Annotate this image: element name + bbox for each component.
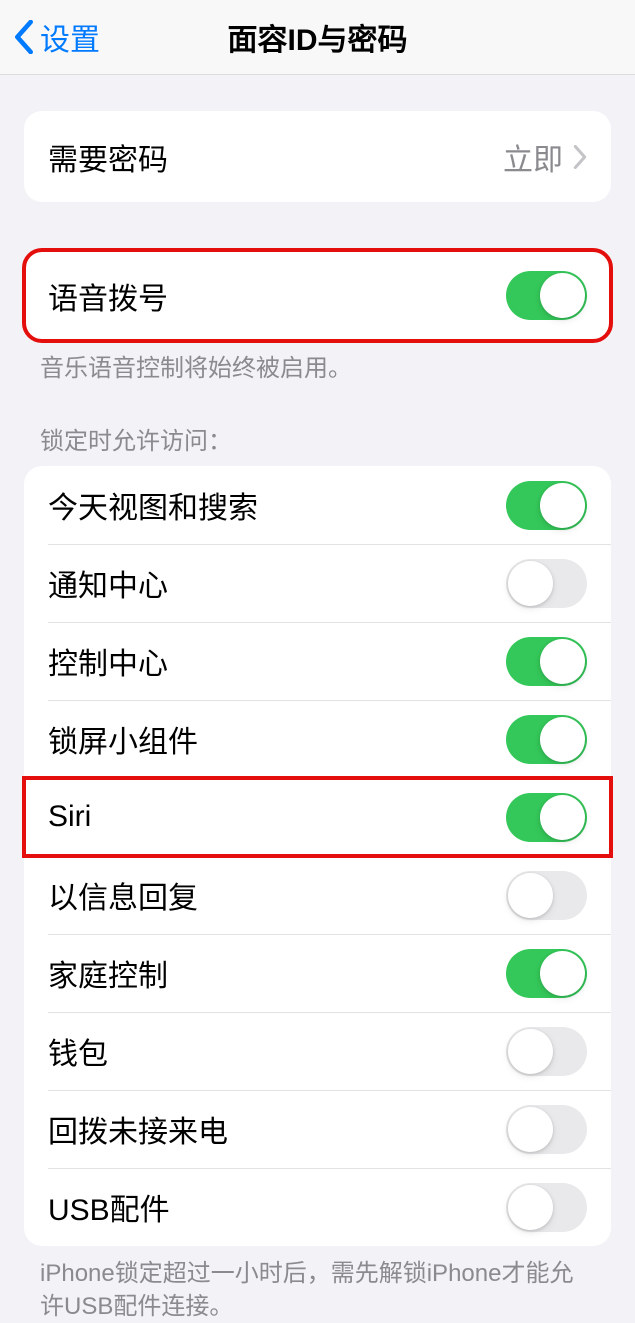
lock-access-row: 回拨未接来电	[24, 1090, 611, 1168]
lock-access-footer: iPhone锁定超过一小时后，需先解锁iPhone才能允许USB配件连接。	[0, 1246, 635, 1323]
lock-access-toggle[interactable]	[506, 793, 587, 842]
lock-access-toggle[interactable]	[506, 1027, 587, 1076]
content: 需要密码 立即 语音拨号 音乐语音控制将始终被启用。 锁定时允许访问： 今天视图…	[0, 75, 635, 1323]
voice-dial-toggle[interactable]	[506, 271, 587, 320]
lock-access-toggle[interactable]	[506, 1105, 587, 1154]
lock-access-label: 控制中心	[48, 639, 168, 683]
back-label: 设置	[40, 15, 100, 59]
chevron-right-icon	[573, 145, 587, 169]
lock-access-toggle[interactable]	[506, 949, 587, 998]
lock-access-label: 以信息回复	[48, 873, 198, 917]
lock-access-card: 今天视图和搜索通知中心控制中心锁屏小组件 Siri 以信息回复家庭控制钱包回拨未接来…	[24, 466, 611, 1246]
require-passcode-value: 立即	[503, 135, 563, 179]
lock-access-label: 回拨未接来电	[48, 1107, 228, 1151]
passcode-card: 需要密码 立即	[24, 111, 611, 202]
lock-access-toggle[interactable]	[506, 559, 587, 608]
lock-access-row: 今天视图和搜索	[24, 466, 611, 544]
chevron-left-icon	[14, 20, 34, 54]
require-passcode-label: 需要密码	[48, 135, 168, 179]
lock-access-header: 锁定时允许访问：	[0, 421, 635, 466]
voice-dial-row: 语音拨号	[24, 250, 611, 341]
voice-dial-card: 语音拨号	[24, 250, 611, 341]
lock-access-label: Siri	[48, 800, 91, 834]
lock-access-toggle[interactable]	[506, 481, 587, 530]
voice-dial-label: 语音拨号	[48, 274, 168, 318]
lock-access-toggle[interactable]	[506, 715, 587, 764]
lock-access-label: USB配件	[48, 1185, 170, 1229]
require-passcode-row[interactable]: 需要密码 立即	[24, 111, 611, 202]
lock-access-toggle[interactable]	[506, 1183, 587, 1232]
lock-access-row: 家庭控制	[24, 934, 611, 1012]
lock-access-row: 钱包	[24, 1012, 611, 1090]
lock-access-row: 以信息回复	[24, 856, 611, 934]
require-passcode-value-group: 立即	[503, 135, 587, 179]
back-button[interactable]: 设置	[0, 15, 100, 59]
lock-access-row: 通知中心	[24, 544, 611, 622]
lock-access-label: 锁屏小组件	[48, 717, 198, 761]
lock-access-label: 通知中心	[48, 561, 168, 605]
lock-access-row: USB配件	[24, 1168, 611, 1246]
lock-access-label: 钱包	[48, 1029, 108, 1073]
lock-access-row: Siri	[24, 778, 611, 856]
lock-access-row: 锁屏小组件	[24, 700, 611, 778]
nav-header: 设置 面容ID与密码	[0, 0, 635, 75]
lock-access-label: 今天视图和搜索	[48, 483, 258, 527]
lock-access-toggle[interactable]	[506, 637, 587, 686]
lock-access-row: 控制中心	[24, 622, 611, 700]
lock-access-label: 家庭控制	[48, 951, 168, 995]
lock-access-toggle[interactable]	[506, 871, 587, 920]
voice-dial-footer: 音乐语音控制将始终被启用。	[0, 341, 635, 385]
